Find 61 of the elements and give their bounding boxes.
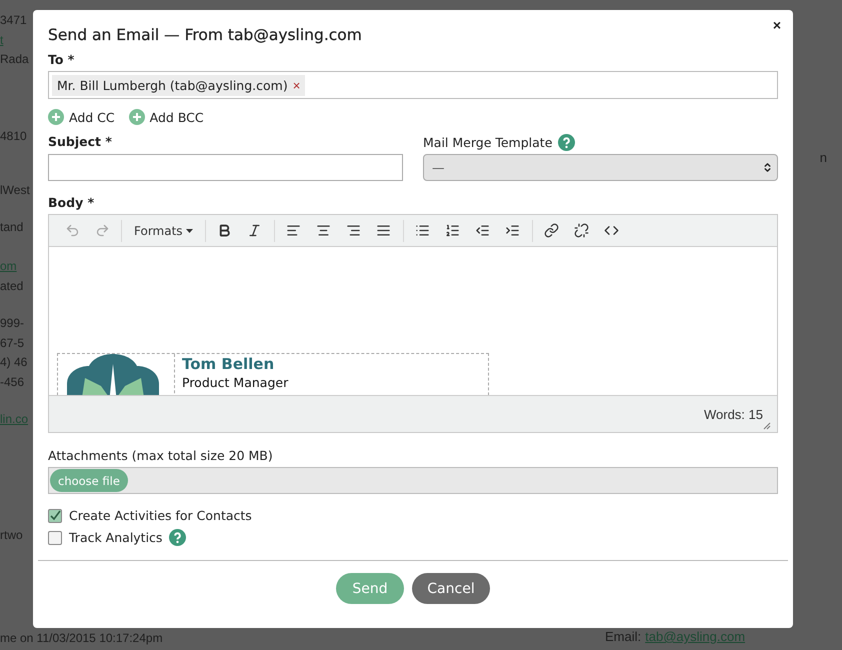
background-text: ated: [0, 278, 24, 294]
align-right-icon: [346, 223, 362, 238]
bullet-list-icon: [415, 223, 430, 238]
redo-icon: [94, 223, 110, 238]
background-text: Email:: [605, 628, 642, 646]
unlink-icon: [574, 223, 590, 238]
checkmark-icon: [49, 510, 61, 522]
align-justify-icon: [376, 223, 392, 238]
undo-icon: [64, 223, 80, 238]
background-text: n: [820, 149, 828, 167]
italic-icon: [247, 223, 262, 238]
add-link[interactable]: Add CC: [48, 109, 115, 125]
close-button[interactable]: ×: [770, 15, 783, 35]
field-label: Subject *: [48, 134, 112, 149]
signature-name: Tom Bellen: [182, 355, 274, 373]
outdent-icon: [475, 223, 490, 238]
signature-title: Product Manager: [182, 375, 288, 390]
checkbox[interactable]: [48, 508, 62, 522]
background-text: 4810: [0, 128, 27, 144]
code-icon: [604, 223, 620, 238]
help-icon[interactable]: [169, 529, 186, 546]
dialog-title: Send an Email — From tab@aysling.com: [48, 26, 362, 44]
formats-dropdown[interactable]: Formats: [126, 218, 201, 242]
checkbox[interactable]: [48, 530, 62, 544]
background-text: 67-5: [0, 334, 24, 352]
background-text: tand: [0, 218, 24, 236]
word-count: Words: 15: [704, 406, 763, 422]
caret-icon: [186, 228, 193, 232]
add-icon: [48, 109, 64, 125]
add-link[interactable]: Add BCC: [128, 109, 204, 125]
field-label: To *: [48, 52, 74, 67]
indent-icon: [505, 223, 520, 238]
help-icon[interactable]: [558, 134, 576, 151]
field-label: Attachments (max total size 20 MB): [48, 448, 273, 463]
background-text: rtwo: [0, 526, 23, 544]
cancel-button[interactable]: Cancel: [412, 573, 490, 604]
field-label: Body *: [48, 195, 94, 210]
background-text: Rada: [0, 51, 29, 68]
subject-field[interactable]: [48, 154, 403, 181]
background-text: -456: [0, 374, 24, 390]
align-center-icon: [316, 223, 332, 238]
add-icon: [128, 109, 145, 125]
to-field[interactable]: Mr. Bill Lumbergh (tab@aysling.com) ×: [48, 71, 778, 99]
background-text: 999-: [0, 315, 24, 332]
background-text: lWest: [0, 182, 30, 199]
template-select[interactable]: —: [423, 154, 778, 181]
field-label: Mail Merge Template: [423, 135, 552, 150]
link-icon: [544, 223, 560, 238]
numbered-list-icon: [445, 223, 460, 238]
align-left-icon: [286, 223, 302, 238]
body-editor[interactable]: Formats Tom Bellen Product Manager Words: 15: [48, 214, 778, 433]
resize-grip-icon[interactable]: [763, 422, 771, 430]
background-text: 4) 46: [0, 354, 28, 371]
recipient-name: Mr. Bill Lumbergh (tab@aysling.com): [57, 78, 288, 92]
background-text: me on 11/03/2015 10:17:24pm: [0, 630, 163, 647]
checkbox-label: Track Analytics: [69, 530, 162, 545]
background-text: 3471: [0, 12, 27, 29]
remove-button[interactable]: ×: [292, 78, 300, 92]
checkbox-label: Create Activities for Contacts: [69, 508, 252, 523]
up-down-arrows-icon: [762, 162, 773, 173]
bold-icon: [217, 223, 232, 238]
